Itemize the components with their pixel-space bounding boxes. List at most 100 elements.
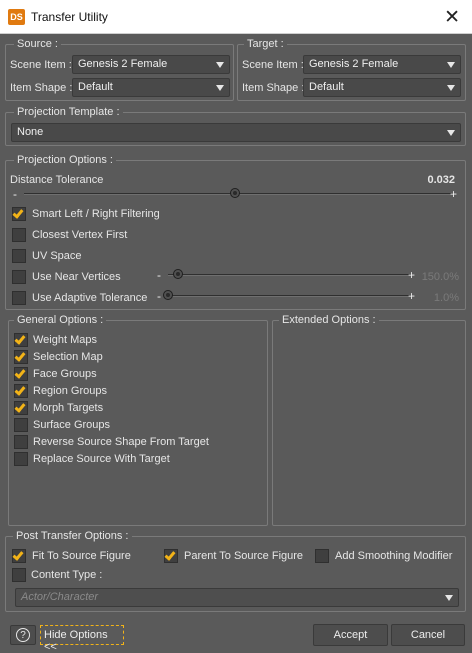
help-button[interactable]: ? xyxy=(10,625,36,645)
chevron-down-icon xyxy=(447,62,455,68)
smart-filtering-label: Smart Left / Right Filtering xyxy=(32,208,160,220)
general-option-label: Morph Targets xyxy=(33,402,104,414)
uv-space-label: UV Space xyxy=(32,250,82,262)
content-type-checkbox[interactable] xyxy=(12,568,26,582)
checkmark-icon xyxy=(14,401,26,413)
near-vertices-track[interactable] xyxy=(168,274,412,276)
cancel-button[interactable]: Cancel xyxy=(391,624,465,646)
chevron-down-icon xyxy=(216,85,224,91)
distance-tolerance-slider-thumb[interactable] xyxy=(229,188,240,198)
source-legend: Source : xyxy=(14,38,61,50)
general-option-label: Reverse Source Shape From Target xyxy=(33,436,209,448)
source-item-shape-label: Item Shape : xyxy=(10,82,73,94)
adaptive-tolerance-checkbox[interactable] xyxy=(12,291,26,305)
general-options-legend: General Options : xyxy=(14,314,107,326)
uv-space-checkbox[interactable] xyxy=(12,249,26,263)
chevron-down-icon xyxy=(216,62,224,68)
chevron-down-icon xyxy=(445,595,453,601)
checkmark-icon xyxy=(14,367,26,379)
target-group: Target : Scene Item : Genesis 2 Female I… xyxy=(237,38,466,101)
target-item-shape-value: Default xyxy=(309,81,344,93)
window-title: Transfer Utility xyxy=(31,10,108,24)
general-option-checkbox[interactable] xyxy=(14,333,28,347)
projection-template-group: Projection Template : None xyxy=(5,106,466,146)
smoothing-checkbox[interactable] xyxy=(315,549,329,563)
general-option-label: Selection Map xyxy=(33,351,103,363)
source-scene-item-label: Scene Item : xyxy=(10,59,72,71)
extended-options-group: Extended Options : xyxy=(272,314,466,526)
target-item-shape-dropdown[interactable]: Default xyxy=(303,78,461,97)
chevron-down-icon xyxy=(447,85,455,91)
target-scene-item-value: Genesis 2 Female xyxy=(309,58,399,70)
content-type-dropdown[interactable]: Actor/Character xyxy=(15,588,459,607)
fit-to-source-checkbox[interactable] xyxy=(12,549,26,563)
minus-icon[interactable]: - xyxy=(157,290,161,302)
general-option-checkbox[interactable] xyxy=(14,401,28,415)
general-option-label: Replace Source With Target xyxy=(33,453,170,465)
adaptive-tolerance-value[interactable]: 1.0% xyxy=(434,292,459,304)
plus-icon[interactable]: + xyxy=(408,269,415,281)
checkmark-icon xyxy=(12,549,24,561)
adaptive-tolerance-slider-thumb[interactable] xyxy=(163,290,173,300)
checkmark-icon xyxy=(14,384,26,396)
adaptive-tolerance-label: Use Adaptive Tolerance xyxy=(32,292,148,304)
source-item-shape-dropdown[interactable]: Default xyxy=(72,78,230,97)
app-logo: DS xyxy=(8,9,25,25)
source-scene-item-value: Genesis 2 Female xyxy=(78,58,168,70)
plus-icon[interactable]: + xyxy=(408,290,415,302)
help-icon: ? xyxy=(16,628,30,642)
minus-icon[interactable]: - xyxy=(157,269,161,281)
parent-to-source-checkbox[interactable] xyxy=(164,549,178,563)
target-item-shape-label: Item Shape : xyxy=(242,82,305,94)
projection-template-legend: Projection Template : xyxy=(14,106,123,118)
target-legend: Target : xyxy=(244,38,287,50)
closest-vertex-label: Closest Vertex First xyxy=(32,229,128,241)
checkmark-icon xyxy=(12,207,24,219)
closest-vertex-checkbox[interactable] xyxy=(12,228,26,242)
general-option-label: Weight Maps xyxy=(33,334,97,346)
source-group: Source : Scene Item : Genesis 2 Female I… xyxy=(5,38,234,101)
projection-options-legend: Projection Options : xyxy=(14,154,116,166)
general-option-label: Surface Groups xyxy=(33,419,111,431)
parent-to-source-label: Parent To Source Figure xyxy=(184,550,304,562)
near-vertices-slider-thumb[interactable] xyxy=(172,269,183,279)
minus-icon[interactable]: - xyxy=(13,188,17,200)
general-option-label: Face Groups xyxy=(33,368,97,380)
general-option-checkbox[interactable] xyxy=(14,418,28,432)
close-icon[interactable]: ✕ xyxy=(444,6,460,29)
general-option-checkbox[interactable] xyxy=(14,435,28,449)
distance-tolerance-label: Distance Tolerance xyxy=(10,174,104,186)
general-option-label: Region Groups xyxy=(33,385,107,397)
accept-button[interactable]: Accept xyxy=(313,624,388,646)
adaptive-tolerance-track[interactable] xyxy=(168,295,412,297)
near-vertices-checkbox[interactable] xyxy=(12,270,26,284)
smart-filtering-checkbox[interactable] xyxy=(12,207,26,221)
general-option-checkbox[interactable] xyxy=(14,384,28,398)
content-type-label: Content Type : xyxy=(31,569,103,581)
projection-template-dropdown[interactable]: None xyxy=(11,123,461,142)
near-vertices-label: Use Near Vertices xyxy=(32,271,121,283)
checkmark-icon xyxy=(14,350,26,362)
plus-icon[interactable]: + xyxy=(450,188,457,200)
general-options-group: General Options : Weight Maps Selection M… xyxy=(8,314,268,526)
smoothing-label: Add Smoothing Modifier xyxy=(335,550,453,562)
extended-options-legend: Extended Options : xyxy=(279,314,379,326)
hide-options-button[interactable]: Hide Options << xyxy=(40,625,124,653)
source-scene-item-dropdown[interactable]: Genesis 2 Female xyxy=(72,55,230,74)
checkmark-icon xyxy=(14,333,26,345)
general-option-checkbox[interactable] xyxy=(14,367,28,381)
near-vertices-value[interactable]: 150.0% xyxy=(422,271,459,283)
post-transfer-group: Post Transfer Options : Fit To Source Fi… xyxy=(5,530,466,612)
distance-tolerance-value[interactable]: 0.032 xyxy=(427,174,455,186)
checkmark-icon xyxy=(164,549,176,561)
post-transfer-legend: Post Transfer Options : xyxy=(13,530,132,542)
title-bar: DS Transfer Utility ✕ xyxy=(0,0,472,34)
projection-template-value: None xyxy=(17,126,44,138)
projection-options-group: Projection Options : Distance Tolerance … xyxy=(5,154,466,310)
general-option-checkbox[interactable] xyxy=(14,350,28,364)
target-scene-item-label: Scene Item : xyxy=(242,59,304,71)
target-scene-item-dropdown[interactable]: Genesis 2 Female xyxy=(303,55,461,74)
general-option-checkbox[interactable] xyxy=(14,452,28,466)
chevron-down-icon xyxy=(447,130,455,136)
content-type-value: Actor/Character xyxy=(21,591,99,603)
